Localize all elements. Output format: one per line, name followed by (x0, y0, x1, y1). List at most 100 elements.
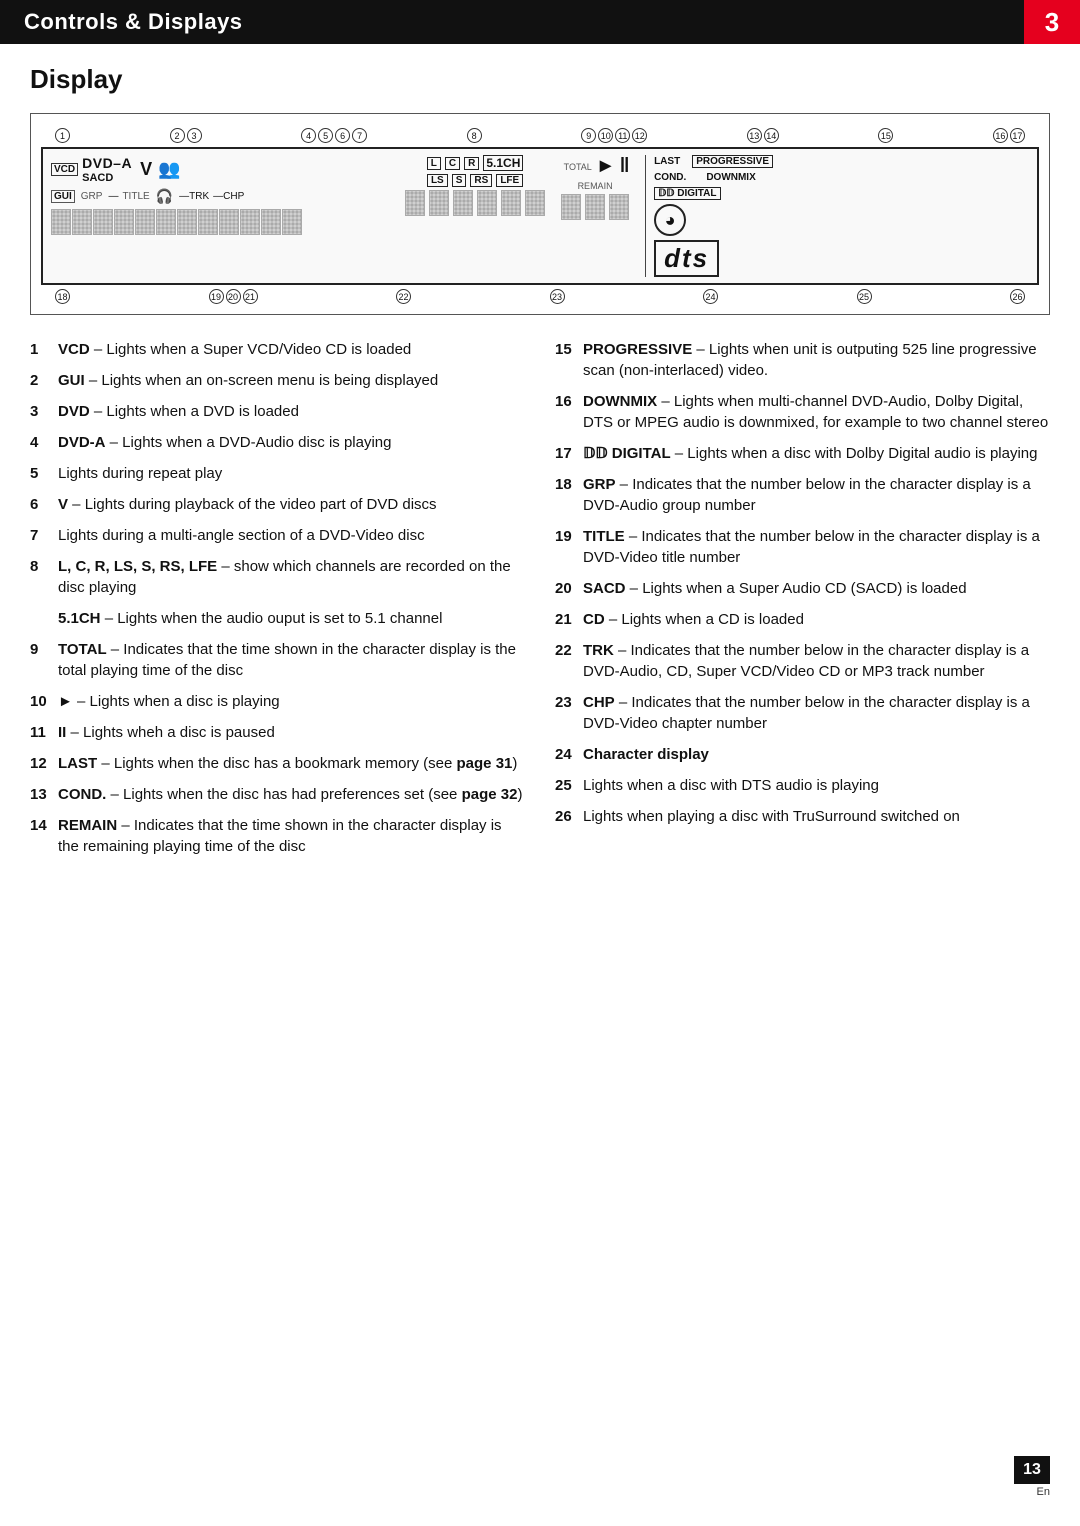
rs-label: RS (470, 174, 492, 187)
dotmatrix-cell-12 (282, 209, 302, 235)
desc-item-5: 5 Lights during repeat play (30, 463, 525, 484)
desc-text-21: CD – Lights when a CD is loaded (583, 609, 1050, 630)
last-cond-row: LAST PROGRESSIVE (654, 155, 1029, 168)
dotmatrix-cell-4 (114, 209, 134, 235)
last-label: LAST (654, 156, 680, 167)
callout-5: 5 (318, 128, 333, 143)
desc-item-19: 19 TITLE – Indicates that the number bel… (555, 526, 1050, 568)
desc-item-10: 10 ► – Lights when a disc is playing (30, 691, 525, 712)
dotmatrix-cell-c2 (585, 194, 605, 220)
dotmatrix-cell-1 (51, 209, 71, 235)
desc-text-10: ► – Lights when a disc is playing (58, 691, 525, 712)
cond-label: COND. (654, 172, 686, 183)
desc-num-17: 17 (555, 443, 577, 464)
desc-num-8: 8 (30, 556, 52, 577)
desc-num-11: 11 (30, 722, 52, 743)
callout-9: 9 (581, 128, 596, 143)
desc-item-3: 3 DVD – Lights when a DVD is loaded (30, 401, 525, 422)
lfe-label: LFE (496, 174, 523, 187)
digital-label: 𝔻𝔻 DIGITAL (654, 187, 720, 200)
dvda-sacd-group: DVD–A SACD (82, 155, 132, 184)
desc-num-24: 24 (555, 744, 577, 765)
digital-row: 𝔻𝔻 DIGITAL (654, 187, 1029, 200)
callout-2: 2 (170, 128, 185, 143)
desc-item-22: 22 TRK – Indicates that the number below… (555, 640, 1050, 682)
dts-row: dts (654, 240, 1029, 277)
dvda-label: DVD–A (82, 155, 132, 171)
callout-6: 6 (335, 128, 350, 143)
desc-text-11: II – Lights wheh a disc is paused (58, 722, 525, 743)
desc-num-25: 25 (555, 775, 577, 796)
dotmatrix-cell-3 (93, 209, 113, 235)
callout-26: 26 (1010, 289, 1025, 304)
play-icon: ► (596, 155, 616, 178)
dotmatrix-cell-8 (198, 209, 218, 235)
callout-19: 19 (209, 289, 224, 304)
desc-item-12: 12 LAST – Lights when the disc has a boo… (30, 753, 525, 774)
dotmatrix-cell-b5 (501, 190, 521, 216)
desc-item-9: 9 TOTAL – Indicates that the time shown … (30, 639, 525, 681)
page-footer: 13 En (1014, 1456, 1050, 1498)
display-diagram: 1 2 3 4 5 6 7 8 9 10 11 12 13 14 15 (30, 113, 1050, 315)
callout-12: 12 (632, 128, 647, 143)
desc-num-12: 12 (30, 753, 52, 774)
desc-num-18: 18 (555, 474, 577, 495)
callout-21: 21 (243, 289, 258, 304)
header-bar: Controls & Displays 3 (0, 0, 1080, 44)
transport-row-top: TOTAL ► ‖ (564, 155, 627, 178)
dotmatrix-row3 (561, 194, 629, 220)
ls-label: LS (427, 174, 448, 187)
desc-item-20: 20 SACD – Lights when a Super Audio CD (… (555, 578, 1050, 599)
section-title: Display (30, 64, 1050, 95)
desc-text-13: COND. – Lights when the disc has had pre… (58, 784, 525, 805)
dotmatrix-cell-9 (219, 209, 239, 235)
desc-item-6: 6 V – Lights during playback of the vide… (30, 494, 525, 515)
desc-item-2: 2 GUI – Lights when an on-screen menu is… (30, 370, 525, 391)
angle-symbol: 👥 (158, 159, 180, 180)
desc-text-9: TOTAL – Indicates that the time shown in… (58, 639, 525, 681)
cond-row: COND. DOWNMIX (654, 172, 1029, 183)
desc-num-5: 5 (30, 463, 52, 484)
desc-item-15: 15 PROGRESSIVE – Lights when unit is out… (555, 339, 1050, 381)
desc-text-2: GUI – Lights when an on-screen menu is b… (58, 370, 525, 391)
top-callout-row: 1 2 3 4 5 6 7 8 9 10 11 12 13 14 15 (41, 128, 1039, 143)
dotmatrix-cell-10 (240, 209, 260, 235)
desc-text-12: LAST – Lights when the disc has a bookma… (58, 753, 525, 774)
main-panel: VCD DVD–A SACD V 👥 GUI GRP — TITLE 🎧 —TR… (41, 147, 1039, 285)
callout-10: 10 (598, 128, 613, 143)
desc-item-21: 21 CD – Lights when a CD is loaded (555, 609, 1050, 630)
desc-item-7: 7 Lights during a multi-angle section of… (30, 525, 525, 546)
desc-text-16: DOWNMIX – Lights when multi-channel DVD-… (583, 391, 1050, 433)
dotmatrix-cell-b4 (477, 190, 497, 216)
ch51-label: 5.1CH (483, 155, 523, 171)
s-label: S (452, 174, 467, 187)
desc-text-17: 𝔻𝔻 DIGITAL – Lights when a disc with Dol… (583, 443, 1050, 464)
desc-text-19: TITLE – Indicates that the number below … (583, 526, 1050, 568)
dash1: — (108, 191, 118, 202)
desc-text-4: DVD-A – Lights when a DVD-Audio disc is … (58, 432, 525, 453)
channel-section: L C R 5.1CH LS S RS LFE (405, 155, 545, 277)
desc-col-left: 1 VCD – Lights when a Super VCD/Video CD… (30, 339, 525, 867)
desc-item-18: 18 GRP – Indicates that the number below… (555, 474, 1050, 516)
desc-text-20: SACD – Lights when a Super Audio CD (SAC… (583, 578, 1050, 599)
sacd-label: SACD (82, 172, 132, 184)
desc-item-25: 25 Lights when a disc with DTS audio is … (555, 775, 1050, 796)
desc-text-6: V – Lights during playback of the video … (58, 494, 525, 515)
dotmatrix-cell-5 (135, 209, 155, 235)
callout-8: 8 (467, 128, 482, 143)
callout-4: 4 (301, 128, 316, 143)
dotmatrix-cell-6 (156, 209, 176, 235)
desc-item-8a: 5.1CH – Lights when the audio ouput is s… (58, 608, 525, 629)
callout-3: 3 (187, 128, 202, 143)
desc-text-23: CHP – Indicates that the number below in… (583, 692, 1050, 734)
desc-item-24: 24 Character display (555, 744, 1050, 765)
desc-text-3: DVD – Lights when a DVD is loaded (58, 401, 525, 422)
trk-label: —TRK (179, 191, 209, 202)
desc-num-10: 10 (30, 691, 52, 712)
panel-row-2: GUI GRP — TITLE 🎧 —TRK —CHP (51, 188, 397, 205)
desc-num-26: 26 (555, 806, 577, 827)
chp-label: —CHP (213, 191, 244, 202)
dolby-symbol: ◕ (654, 204, 686, 236)
desc-item-8: 8 L, C, R, LS, S, RS, LFE – show which c… (30, 556, 525, 598)
dotmatrix-cell-11 (261, 209, 281, 235)
